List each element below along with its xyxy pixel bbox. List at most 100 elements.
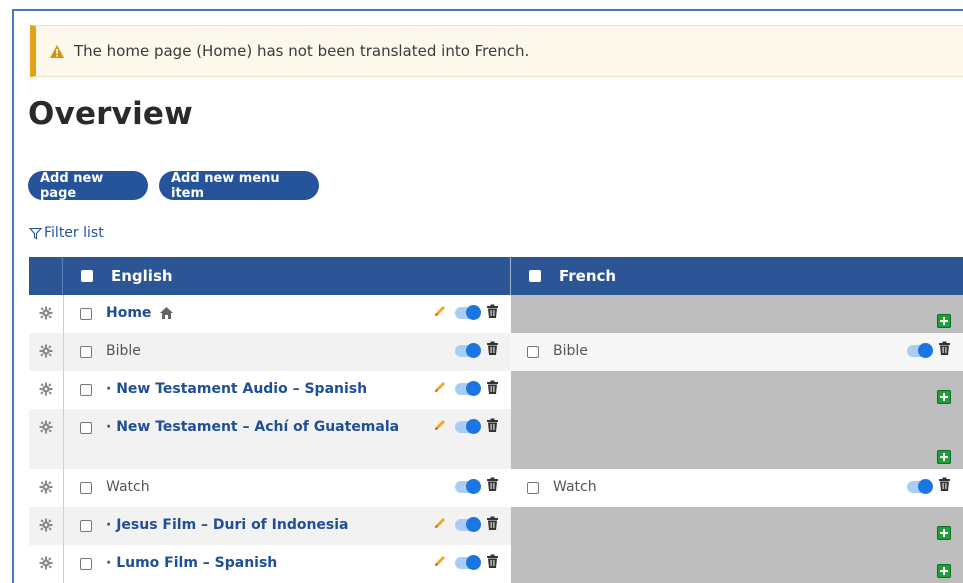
select-all-english-checkbox[interactable]: [81, 270, 93, 282]
trash-icon[interactable]: [938, 341, 951, 360]
untranslated-warning: The home page (Home) has not been transl…: [30, 25, 963, 77]
english-page-title[interactable]: · Jesus Film – Duri of Indonesia: [106, 517, 349, 533]
english-actions: [455, 341, 499, 360]
page-title: Overview: [28, 96, 193, 132]
row-checkbox[interactable]: [80, 520, 92, 532]
pencil-icon[interactable]: [432, 379, 448, 399]
row-checkbox[interactable]: [80, 558, 92, 570]
french-cell-untranslated: [511, 507, 963, 545]
trash-icon[interactable]: [486, 418, 499, 437]
add-new-menu-item-button[interactable]: Add new menu item: [159, 171, 319, 201]
select-all-french-checkbox[interactable]: [529, 270, 541, 282]
visibility-toggle[interactable]: [907, 342, 933, 358]
row-checkbox[interactable]: [80, 384, 92, 396]
visibility-toggle[interactable]: [455, 517, 481, 532]
add-translation-icon[interactable]: [937, 389, 951, 404]
filter-icon: [29, 227, 42, 239]
french-page-title: Bible: [553, 343, 588, 359]
row-settings: [29, 295, 63, 333]
header-french: French: [511, 257, 963, 295]
row-checkbox[interactable]: [80, 482, 92, 494]
row-settings: [29, 469, 63, 507]
table-row: Home: [29, 295, 963, 333]
english-cell: Watch: [63, 469, 511, 507]
english-page-title: Watch: [106, 479, 150, 495]
english-cell: · Lumo Film – Spanish: [63, 545, 511, 583]
warning-text: The home page (Home) has not been transl…: [74, 42, 530, 60]
english-cell: · New Testament – Achí of Guatemala: [63, 409, 511, 469]
trash-icon[interactable]: [486, 554, 499, 573]
gear-icon[interactable]: [39, 555, 53, 583]
pencil-icon[interactable]: [432, 515, 448, 535]
visibility-toggle[interactable]: [455, 478, 481, 494]
add-translation-icon[interactable]: [937, 313, 951, 328]
home-icon: [159, 305, 174, 324]
english-actions: [455, 477, 499, 496]
row-settings: [29, 333, 63, 371]
gear-icon[interactable]: [39, 305, 53, 333]
french-actions: [907, 477, 951, 496]
gear-icon[interactable]: [39, 479, 53, 507]
table-row: Bible Bible: [29, 333, 963, 371]
english-cell: Bible: [63, 333, 511, 371]
french-cell-untranslated: [511, 545, 963, 583]
row-checkbox[interactable]: [527, 346, 539, 358]
pencil-icon[interactable]: [432, 553, 448, 573]
gear-icon[interactable]: [39, 419, 53, 469]
filter-list-label: Filter list: [44, 225, 104, 241]
header-english-label: English: [111, 267, 173, 285]
english-cell: Home: [63, 295, 511, 333]
trash-icon[interactable]: [938, 477, 951, 496]
header-english: English: [63, 257, 511, 295]
table-header: English French: [29, 257, 963, 295]
visibility-toggle[interactable]: [455, 555, 481, 570]
visibility-toggle[interactable]: [455, 419, 481, 434]
english-page-title[interactable]: · New Testament – Achí of Guatemala: [106, 419, 399, 435]
french-cell-untranslated: [511, 409, 963, 469]
page-frame: The home page (Home) has not been transl…: [12, 9, 963, 583]
trash-icon[interactable]: [486, 477, 499, 496]
warning-triangle-icon: [48, 43, 66, 59]
visibility-toggle[interactable]: [455, 342, 481, 358]
english-page-title: Bible: [106, 343, 141, 359]
visibility-toggle[interactable]: [455, 305, 481, 320]
french-cell-untranslated: [511, 295, 963, 333]
pencil-icon[interactable]: [432, 417, 448, 437]
english-page-title[interactable]: Home: [106, 305, 151, 321]
table-row: · New Testament – Achí of Guatemala: [29, 409, 963, 469]
add-translation-icon[interactable]: [937, 525, 951, 540]
english-cell: · New Testament Audio – Spanish: [63, 371, 511, 409]
table-row: Watch Watch: [29, 469, 963, 507]
english-page-title[interactable]: · New Testament Audio – Spanish: [106, 381, 367, 397]
table-row: · Lumo Film – Spanish: [29, 545, 963, 583]
row-settings: [29, 507, 63, 545]
row-checkbox[interactable]: [80, 308, 92, 320]
table-row: · Jesus Film – Duri of Indonesia: [29, 507, 963, 545]
trash-icon[interactable]: [486, 341, 499, 360]
visibility-toggle[interactable]: [907, 478, 933, 494]
english-actions: [432, 553, 499, 573]
row-settings: [29, 371, 63, 409]
english-page-title[interactable]: · Lumo Film – Spanish: [106, 555, 277, 571]
row-settings: [29, 545, 63, 583]
english-actions: [432, 379, 499, 399]
add-new-page-button[interactable]: Add new page: [28, 171, 148, 201]
add-translation-icon[interactable]: [937, 449, 951, 464]
trash-icon[interactable]: [486, 516, 499, 535]
gear-icon[interactable]: [39, 343, 53, 371]
filter-list-toggle[interactable]: Filter list: [29, 225, 104, 241]
row-checkbox[interactable]: [80, 346, 92, 358]
french-cell: Watch: [511, 469, 963, 507]
header-french-label: French: [559, 267, 617, 285]
pencil-icon[interactable]: [432, 303, 448, 323]
row-settings: [29, 409, 63, 469]
row-checkbox[interactable]: [80, 422, 92, 434]
gear-icon[interactable]: [39, 381, 53, 409]
row-checkbox[interactable]: [527, 482, 539, 494]
trash-icon[interactable]: [486, 304, 499, 323]
gear-icon[interactable]: [39, 517, 53, 545]
trash-icon[interactable]: [486, 380, 499, 399]
french-actions: [907, 341, 951, 360]
visibility-toggle[interactable]: [455, 381, 481, 396]
add-translation-icon[interactable]: [937, 563, 951, 578]
